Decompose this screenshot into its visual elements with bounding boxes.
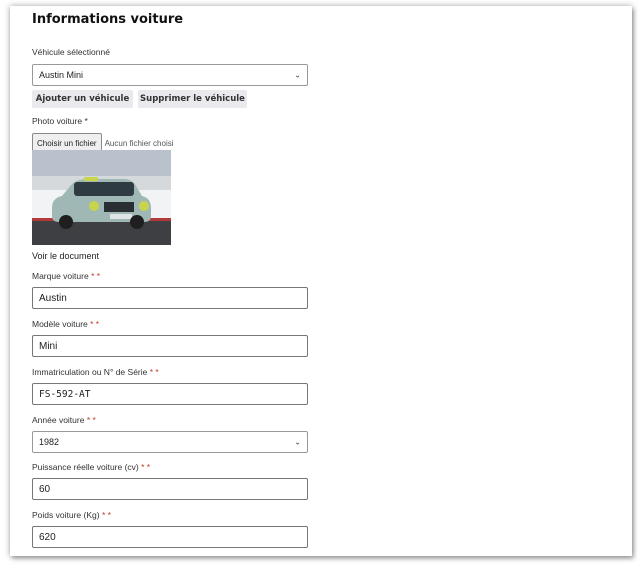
power-input[interactable]: 60: [32, 478, 308, 500]
year-select[interactable]: 1982 ⌄: [32, 431, 308, 453]
vehicle-select-label: Véhicule sélectionné: [32, 47, 110, 57]
file-status: Aucun fichier choisi: [104, 138, 174, 148]
form-window: Informations voiture Véhicule sélectionn…: [10, 6, 632, 556]
year-label: Année voiture * *: [32, 415, 96, 425]
add-vehicle-button[interactable]: Ajouter un véhicule: [32, 90, 133, 108]
chevron-down-icon: ⌄: [294, 70, 301, 80]
registration-input[interactable]: FS-592-AT: [32, 383, 308, 405]
brand-label: Marque voiture * *: [32, 271, 101, 281]
car-photo: [32, 150, 171, 245]
brand-input[interactable]: Austin: [32, 287, 308, 309]
weight-label: Poids voiture (Kg) * *: [32, 510, 111, 520]
registration-label: Immatriculation ou N° de Série * *: [32, 367, 159, 377]
delete-vehicle-button[interactable]: Supprimer le véhicule: [138, 90, 247, 108]
model-label: Modèle voiture * *: [32, 319, 100, 329]
year-select-value: 1982: [39, 437, 60, 447]
model-input[interactable]: Mini: [32, 335, 308, 357]
power-label: Puissance réelle voiture (cv) * *: [32, 462, 151, 472]
vehicle-select[interactable]: Austin Mini ⌄: [32, 64, 308, 86]
view-document-link[interactable]: Voir le document: [32, 251, 99, 261]
section-title: Informations voiture: [32, 12, 184, 27]
photo-label: Photo voiture *: [32, 116, 88, 126]
chevron-down-icon: ⌄: [294, 437, 301, 447]
weight-input[interactable]: 620: [32, 526, 308, 548]
vehicle-select-value: Austin Mini: [39, 70, 84, 80]
